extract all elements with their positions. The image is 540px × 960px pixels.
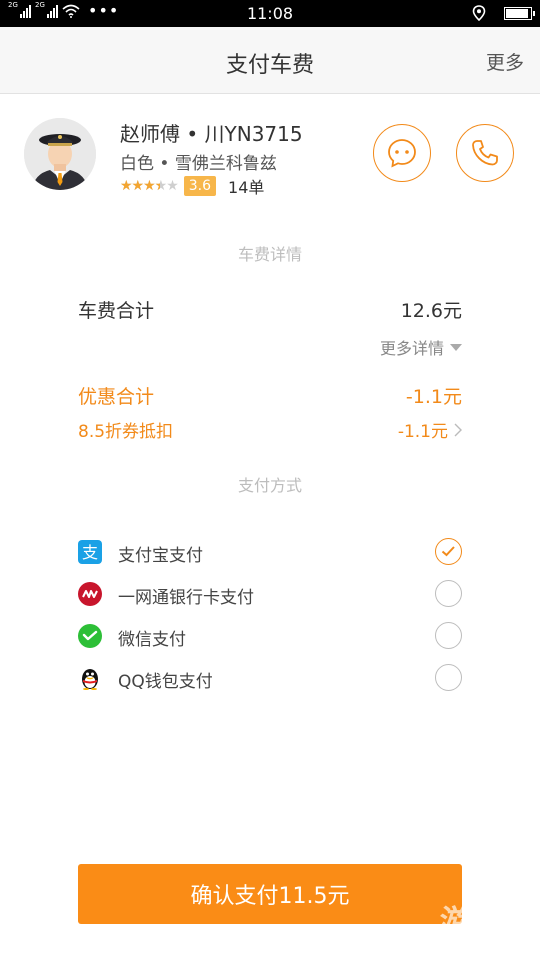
payment-option-wechat[interactable]: 微信支付 [78,620,462,652]
wechat-icon [78,624,102,648]
driver-rating: ★★★★★ ★★★★★ 3.6 14单 [120,175,264,197]
payment-option-label: 一网通银行卡支付 [118,588,254,608]
status-bar: 2G 2G ••• 11:08 [0,0,540,27]
discount-total-value: -1.1元 [405,386,462,408]
more-details-label: 更多详情 [379,339,444,358]
stars-filled: ★★★★★ [120,178,160,194]
location-icon [472,5,486,21]
radio-checked[interactable] [435,538,462,565]
coupon-value: -1.1元 [397,422,448,442]
page-title: 支付车费 [225,53,314,78]
more-details-toggle[interactable]: 更多详情 [380,335,462,359]
driver-name-plate: 赵师傅 • 川YN3715 [120,122,303,146]
payment-option-label: 支付宝支付 [118,546,203,566]
payment-option-qq[interactable]: QQ钱包支付 [78,662,462,694]
payment-option-label: 微信支付 [118,630,186,650]
driver-avatar [24,118,96,190]
radio-unchecked[interactable] [435,622,462,649]
more-button[interactable]: 更多 [486,48,524,75]
star-rating: ★★★★★ ★★★★★ [120,178,179,194]
payment-section-title: 支付方式 [237,476,302,495]
radio-unchecked[interactable] [435,664,462,691]
alipay-icon: 支 [78,540,102,564]
qq-icon [82,669,98,690]
radio-unchecked[interactable] [435,580,462,607]
call-button[interactable] [456,124,514,182]
chat-icon [388,139,416,168]
confirm-pay-button[interactable]: 确认支付11.5元 [78,864,462,924]
car-info: 白色 • 雪佛兰科鲁兹 [120,154,277,174]
discount-total-label: 优惠合计 [78,386,155,408]
coupon-row-link[interactable]: -1.1元 [398,417,462,442]
phone-icon [472,140,498,166]
battery-icon [504,6,535,20]
app-header: 支付车费 更多 [0,27,540,94]
order-count: 14单 [228,178,265,197]
fare-total-label: 车费合计 [78,300,155,322]
coupon-label: 8.5折券抵扣 [78,422,174,442]
checkmark-icon [441,546,455,557]
rating-score: 3.6 [183,176,217,196]
chevron-right-icon [454,423,462,436]
fare-section-title: 车费详情 [237,245,302,264]
payment-option-alipay[interactable]: 支 支付宝支付 [78,536,462,568]
caret-down-icon [450,343,462,351]
clock: 11:08 [246,4,294,23]
watermark-logo: 游觉 [436,904,500,939]
svg-text:支: 支 [82,543,98,562]
cmb-icon [78,582,102,606]
fare-total-value: 12.6元 [400,300,462,322]
payment-option-label: QQ钱包支付 [118,672,213,692]
payment-option-cmb[interactable]: 一网通银行卡支付 [78,578,462,610]
message-button[interactable] [373,124,431,182]
